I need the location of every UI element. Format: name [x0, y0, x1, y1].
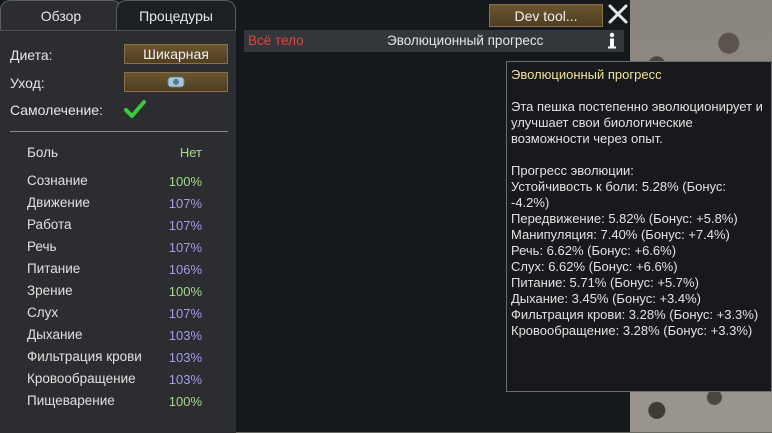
capacity-name: Питание — [27, 261, 81, 276]
info-icon[interactable] — [603, 31, 621, 51]
tooltip-line: Устойчивость к боли: 5.28% (Бонус: -4.2%… — [511, 179, 727, 210]
tooltip-line: Фильтрация крови: 3.28% (Бонус: +3.3%) — [511, 307, 759, 322]
capacity-value: 107% — [168, 218, 202, 233]
capacity-value: 107% — [168, 196, 202, 211]
pain-value: Нет — [179, 145, 202, 160]
dev-tool-button[interactable]: Dev tool... — [489, 4, 603, 27]
capacity-value: 103% — [168, 350, 202, 365]
capacity-name: Дыхание — [27, 327, 83, 342]
capacity-value: 100% — [168, 394, 202, 409]
tooltip-line: Слух: 6.62% (Бонус: +6.6%) — [511, 259, 678, 274]
diet-label: Диета: — [10, 47, 53, 63]
diet-button[interactable]: Шикарная — [124, 44, 228, 64]
tooltip-progress-list: Прогресс эволюции: Устойчивость к боли: 5… — [511, 163, 767, 339]
capacity-value: 103% — [168, 328, 202, 343]
capacity-value: 106% — [168, 262, 202, 277]
tooltip-line: Прогресс эволюции: — [511, 163, 634, 178]
pain-label: Боль — [27, 145, 58, 160]
tab-overview[interactable]: Обзор — [0, 0, 122, 30]
tooltip-line: Питание: 5.71% (Бонус: +5.7%) — [511, 275, 699, 290]
capacity-name: Пищеварение — [27, 393, 115, 408]
tooltip-line: Кровообращение: 3.28% (Бонус: +3.3%) — [511, 323, 753, 338]
capacity-name: Движение — [27, 195, 90, 210]
checkmark-icon[interactable] — [124, 99, 146, 119]
hediff-label: Эволюционный прогресс — [387, 33, 544, 48]
hediff-tooltip: Эволюционный прогресс Эта пешка постепен… — [506, 61, 772, 392]
close-icon[interactable] — [606, 2, 630, 26]
capacity-value: 100% — [168, 284, 202, 299]
tooltip-title: Эволюционный прогресс — [511, 67, 662, 82]
capacity-name: Зрение — [27, 283, 73, 298]
capacity-name: Кровообращение — [27, 371, 136, 386]
tooltip-line: Дыхание: 3.45% (Бонус: +3.4%) — [511, 291, 701, 306]
tooltip-line: Речь: 6.62% (Бонус: +6.6%) — [511, 243, 677, 258]
capacity-name: Фильтрация крови — [27, 349, 142, 364]
self-tend-label: Самолечение: — [10, 102, 103, 118]
divider — [10, 131, 228, 132]
tooltip-line: Манипуляция: 7.40% (Бонус: +7.4%) — [511, 227, 730, 242]
tooltip-description: Эта пешка постепенно эволюционирует и ул… — [511, 99, 763, 146]
capacity-name: Работа — [27, 217, 72, 232]
body-part-label: Всё тело — [248, 33, 304, 48]
capacity-value: 103% — [168, 372, 202, 387]
tab-procedures[interactable]: Процедуры — [116, 0, 236, 30]
care-label: Уход: — [10, 75, 45, 91]
capacity-name: Слух — [27, 305, 59, 320]
care-button[interactable] — [124, 72, 228, 92]
capacity-name: Речь — [27, 239, 57, 254]
tooltip-line: Передвижение: 5.82% (Бонус: +5.8%) — [511, 211, 738, 226]
capacity-value: 107% — [168, 240, 202, 255]
capacity-value: 100% — [168, 174, 202, 189]
medicine-icon — [167, 76, 185, 88]
capacity-value: 107% — [168, 306, 202, 321]
capacity-name: Сознание — [27, 173, 88, 188]
